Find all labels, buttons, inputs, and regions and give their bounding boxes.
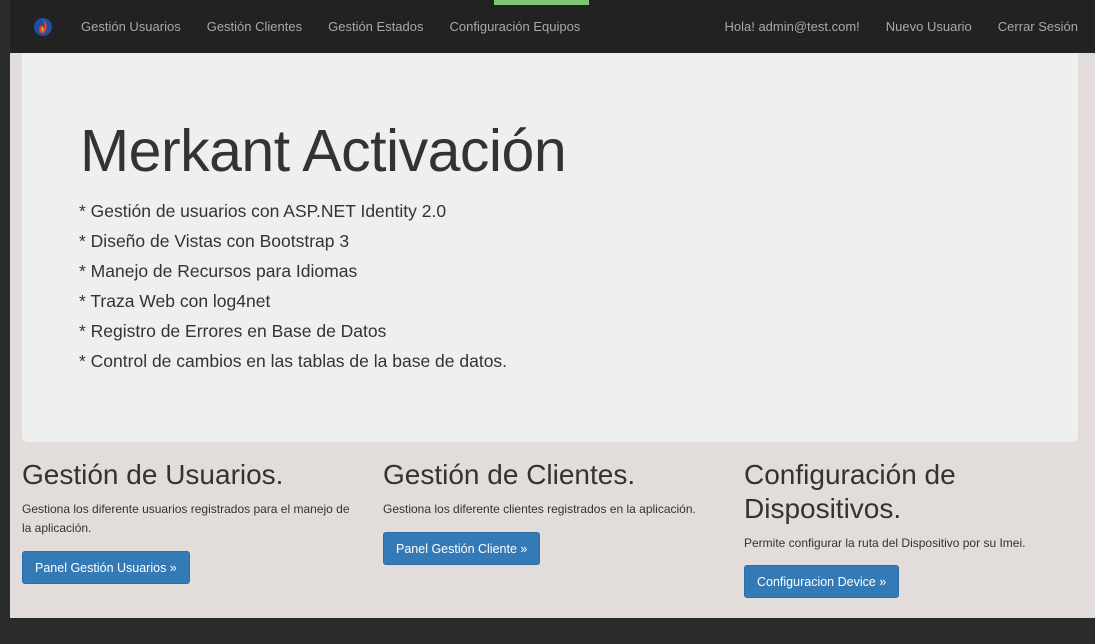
app-window: Gestión Usuarios Gestión Clientes Gestió… [10,0,1095,618]
column-title-usuarios: Gestión de Usuarios. [22,459,284,490]
nav-gestion-estados[interactable]: Gestión Estados [315,0,436,53]
column-dispositivos: Configuración de Dispositivos. Permite c… [744,458,1074,598]
bottom-bar [0,618,1095,644]
nav-active-indicator [494,0,589,5]
column-text-clientes: Gestiona los diferente clientes registra… [383,502,696,516]
feature-item: * Control de cambios en las tablas de la… [79,351,508,371]
panel-clientes-button[interactable]: Panel Gestión Cliente » [383,532,541,565]
column-text-usuarios: Gestiona los diferente usuarios registra… [22,502,350,535]
feature-list: * Gestión de usuarios con ASP.NET Identi… [79,196,507,376]
user-greeting-link[interactable]: Hola! admin@test.com! [711,0,872,53]
page-title: Merkant Activación [80,118,567,184]
new-user-link[interactable]: Nuevo Usuario [873,0,985,53]
nav-configuracion-equipos[interactable]: Configuración Equipos [437,0,594,53]
nav-links: Gestión Usuarios Gestión Clientes Gestió… [68,0,593,53]
column-clientes: Gestión de Clientes. Gestiona los difere… [383,458,703,565]
flame-logo-icon[interactable] [32,16,54,38]
jumbotron: Merkant Activación * Gestión de usuarios… [22,53,1078,442]
top-navbar: Gestión Usuarios Gestión Clientes Gestió… [10,0,1095,53]
feature-item: * Traza Web con log4net [79,291,271,311]
feature-item: * Diseño de Vistas con Bootstrap 3 [79,231,350,251]
configuracion-device-button[interactable]: Configuracion Device » [744,565,900,598]
nav-gestion-usuarios[interactable]: Gestión Usuarios [68,0,194,53]
panel-usuarios-button[interactable]: Panel Gestión Usuarios » [22,551,190,584]
feature-item: * Manejo de Recursos para Idiomas [79,261,358,281]
nav-gestion-clientes[interactable]: Gestión Clientes [194,0,315,53]
column-title-dispositivos: Configuración de Dispositivos. [744,459,956,524]
logout-link[interactable]: Cerrar Sesión [985,0,1091,53]
column-text-dispositivos: Permite configurar la ruta del Dispositi… [744,536,1026,550]
column-title-clientes: Gestión de Clientes. [383,459,636,490]
column-usuarios: Gestión de Usuarios. Gestiona los difere… [22,458,352,584]
feature-item: * Gestión de usuarios con ASP.NET Identi… [79,201,447,221]
nav-user-area: Hola! admin@test.com! Nuevo Usuario Cerr… [711,0,1095,53]
feature-item: * Registro de Errores en Base de Datos [79,321,387,341]
